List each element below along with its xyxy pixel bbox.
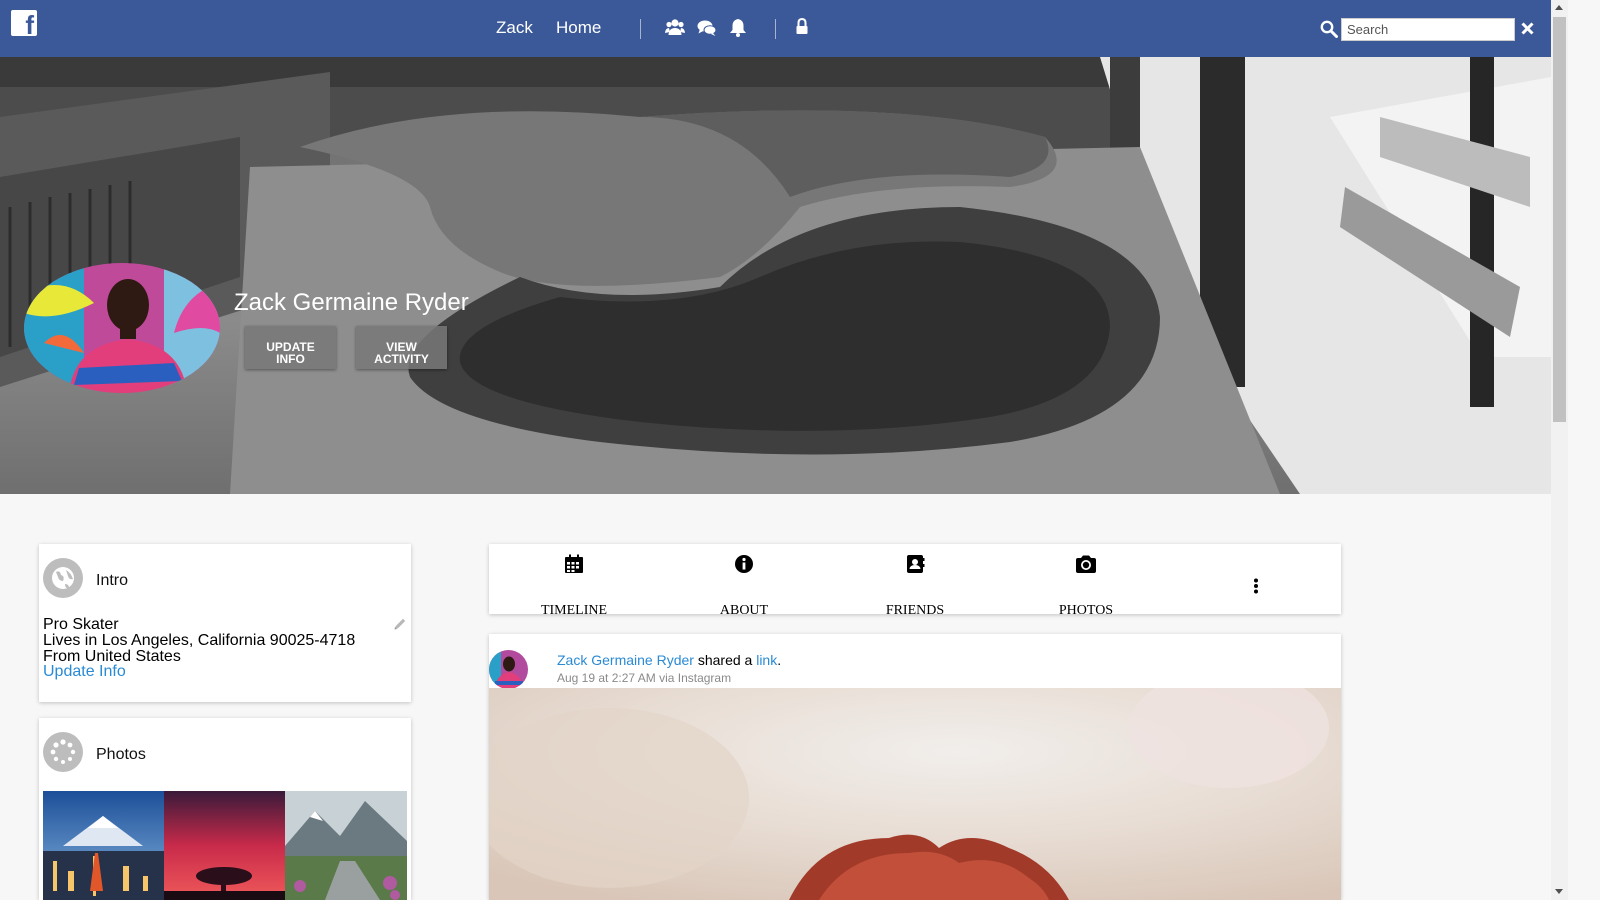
- post-header: Zack Germaine Ryder shared a link.: [557, 652, 781, 668]
- post-object-link[interactable]: link: [756, 652, 777, 668]
- info-icon: [735, 555, 753, 573]
- tab-friends-label: FRIENDS: [885, 603, 945, 618]
- post-period: .: [777, 652, 782, 668]
- post-author-avatar[interactable]: [489, 650, 528, 689]
- profile-tabs: TIMELINE ABOUT FRIENDS PHOTOS: [489, 544, 1341, 618]
- users-icon[interactable]: [665, 18, 685, 38]
- tab-friends[interactable]: FRIENDS: [855, 554, 975, 618]
- post-timestamp[interactable]: Aug 19 at 2:27 AM via Instagram: [557, 671, 731, 685]
- tab-timeline[interactable]: TIMELINE: [514, 554, 634, 618]
- scroll-up-arrow-icon[interactable]: [1555, 5, 1563, 10]
- post-author-link[interactable]: Zack Germaine Ryder: [557, 652, 694, 668]
- view-activity-button[interactable]: VIEW ACTIVITY: [356, 326, 447, 369]
- nav-link-profile[interactable]: Zack: [496, 18, 533, 38]
- lock-icon[interactable]: [796, 18, 808, 36]
- photos-card: Photos: [39, 718, 411, 900]
- tab-about-label: ABOUT: [719, 603, 769, 618]
- intro-title: Intro: [96, 572, 129, 589]
- pencil-icon[interactable]: [393, 617, 407, 631]
- bell-icon[interactable]: [729, 18, 747, 38]
- facebook-logo[interactable]: f: [11, 10, 37, 38]
- timeline-post: Zack Germaine Ryder shared a link. Aug 1…: [489, 634, 1341, 900]
- top-navigation-bar: f Zack Home: [0, 0, 1568, 57]
- close-icon[interactable]: [1521, 22, 1534, 35]
- post-shared-image[interactable]: [489, 688, 1341, 900]
- photo-thumbnail-mountains[interactable]: [285, 791, 407, 900]
- profile-name: Zack Germaine Ryder: [234, 289, 469, 316]
- scroll-down-arrow-icon[interactable]: [1555, 889, 1563, 894]
- tab-photos[interactable]: PHOTOS: [1026, 554, 1146, 618]
- camera-icon: [1076, 555, 1096, 573]
- globe-icon: [43, 558, 83, 598]
- cover-photo: Zack Germaine Ryder UPDATE INFO VIEW ACT…: [0, 57, 1551, 494]
- photo-thumbnail-tokyo[interactable]: [43, 791, 164, 900]
- nav-link-home[interactable]: Home: [556, 18, 601, 38]
- profile-avatar[interactable]: [24, 263, 220, 393]
- nav-divider: [640, 19, 641, 39]
- update-info-link[interactable]: Update Info: [43, 663, 126, 681]
- skatepark-cover-image: [0, 57, 1551, 494]
- chat-icon[interactable]: [697, 18, 717, 38]
- photo-thumbnail-red-tree[interactable]: [164, 791, 285, 900]
- tab-about[interactable]: ABOUT: [684, 554, 804, 618]
- tab-timeline-label: TIMELINE: [540, 603, 608, 618]
- search-input[interactable]: [1341, 18, 1515, 41]
- profile-picture-image: [24, 263, 220, 393]
- nav-divider: [775, 19, 776, 39]
- more-options-icon[interactable]: [1253, 578, 1259, 594]
- address-book-icon: [907, 555, 925, 573]
- intro-card: Intro Pro Skater Lives in Los Angeles, C…: [39, 544, 411, 702]
- update-info-button[interactable]: UPDATE INFO: [245, 326, 336, 369]
- vertical-scrollbar[interactable]: [1551, 0, 1568, 900]
- post-action: shared a: [697, 652, 753, 668]
- search-icon[interactable]: [1320, 20, 1338, 38]
- scrollbar-thumb[interactable]: [1553, 17, 1566, 422]
- tab-photos-label: PHOTOS: [1058, 603, 1114, 618]
- photos-spinner-icon: [43, 732, 83, 772]
- calendar-icon: [565, 554, 583, 573]
- photos-title: Photos: [96, 746, 146, 763]
